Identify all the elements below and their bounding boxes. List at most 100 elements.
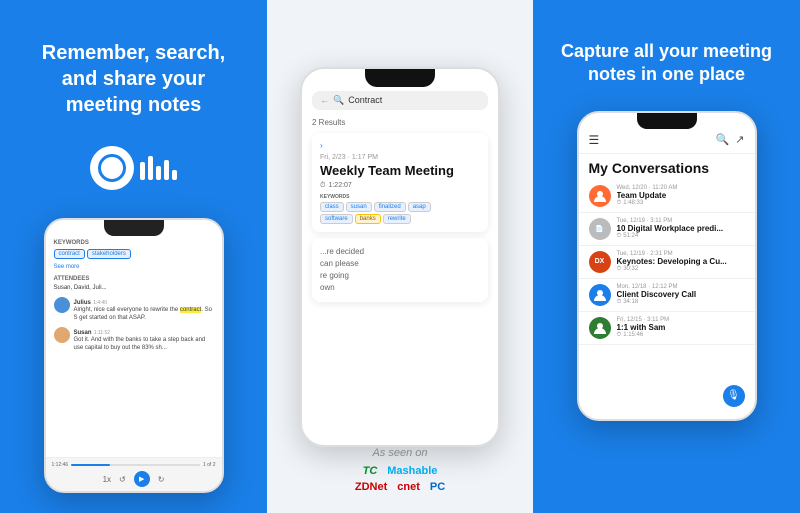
search-bar[interactable]: ← 🔍 Contract (312, 91, 488, 110)
results-count: 2 Results (312, 118, 488, 127)
middle-phone-mockup: ← 🔍 Contract 2 Results › Fri, 2/23 · 1:1… (300, 67, 500, 447)
conv-name-1: 10 Digital Workplace predi... (617, 224, 745, 233)
conv-item-3[interactable]: Mon, 12/18 · 12:12 PM Client Discovery C… (579, 279, 755, 312)
logo-bar-1 (140, 162, 145, 180)
contract-highlight: contract (180, 307, 201, 313)
otter-logo (90, 146, 177, 190)
logo-bar-5 (172, 170, 177, 180)
mic-fab-button[interactable]: 🎙 (723, 385, 745, 407)
mid-phone-content: ← 🔍 Contract 2 Results › Fri, 2/23 · 1:1… (302, 69, 498, 312)
conv-item-4[interactable]: Fri, 12/15 · 3:11 PM 1:1 with Sam ⏱ 1:15… (579, 312, 755, 345)
clock-icon: ⏱ (320, 182, 325, 190)
search-header-icon[interactable]: 🔍 (716, 133, 730, 146)
dur-0: 1:48:33 (623, 200, 643, 206)
current-time: 1:12:46 (52, 462, 69, 468)
progress-fill (71, 464, 110, 466)
logo-circle (90, 146, 134, 190)
search-icon: ← (320, 95, 329, 105)
clock-4: ⏱ (617, 332, 622, 339)
meeting-card-1[interactable]: › Fri, 2/23 · 1:17 PM Weekly Team Meetin… (312, 133, 488, 232)
conv-duration-4: ⏱ 1:15:46 (617, 332, 745, 339)
card-keyword-tags: class susan finalized asap (320, 202, 480, 212)
mashable-logo: Mashable (387, 465, 437, 477)
phone-bottom-bar: 1:12:46 1 of 2 1x ↺ ▶ ↻ (46, 457, 222, 491)
chat-bubble-julius: Julius 1:4:40 Alright, nice call everyon… (54, 297, 214, 323)
dur-1: 51:24 (623, 233, 638, 239)
chat-bubble-susan: Susan 1:11:52 Got it. And with the banks… (54, 327, 214, 353)
speed-button[interactable]: 1x (103, 475, 111, 484)
see-more-link[interactable]: See more (54, 264, 80, 270)
phone-notch (104, 220, 164, 236)
play-button[interactable]: ▶ (134, 471, 150, 487)
left-headline: Remember, search, and share your meeting… (24, 40, 243, 118)
conversations-list: Wed, 12/20 · 11:20 AM Team Update ⏱ 1:48… (579, 180, 755, 345)
left-panel: Remember, search, and share your meeting… (0, 0, 267, 513)
conv-name-2: Keynotes: Developing a Cu... (617, 257, 745, 266)
clock-1: ⏱ (617, 233, 622, 240)
meeting-card-2[interactable]: ...re decidedcan pleasere goingown (312, 238, 488, 302)
media-logos: TC Mashable (290, 465, 510, 477)
clock-0: ⏱ (617, 200, 622, 207)
mid-phone-notch (365, 69, 435, 87)
conv-duration-2: ⏱ 30:32 (617, 266, 745, 273)
conv-duration-1: ⏱ 51:24 (617, 233, 745, 240)
susan-time: 1:11:52 (94, 330, 110, 336)
keywords-label: KEYWORDS (54, 240, 214, 246)
conv-item-1[interactable]: 📄 Tue, 12/19 · 3:11 PM 10 Digital Workpl… (579, 213, 755, 246)
tag-rewrite: rewrite (383, 214, 411, 224)
conv-duration-3: ⏱ 34:18 (617, 299, 745, 306)
conv-name-4: 1:1 with Sam (617, 323, 745, 332)
susan-message: Got it. And with the banks to take a ste… (74, 336, 214, 353)
logo-bar-2 (148, 156, 153, 180)
conv-item-0[interactable]: Wed, 12/20 · 11:20 AM Team Update ⏱ 1:48… (579, 180, 755, 213)
rewind-button[interactable]: ↺ (119, 475, 126, 484)
progress-track[interactable] (71, 464, 200, 466)
share-header-icon[interactable]: ↗ (735, 133, 744, 146)
right-phone-notch (637, 113, 697, 129)
attendees-section: ATTENDEES Susan, David, Juli... (54, 276, 214, 291)
hamburger-icon[interactable]: ☰ (589, 133, 600, 147)
phone-content: KEYWORDS contract stakeholders See more … (46, 220, 222, 365)
card-keyword-tags-2: software banks rewrite (320, 214, 480, 224)
conv-avatar-1: 📄 (589, 218, 611, 240)
conv-avatar-2: DX (589, 251, 611, 273)
keyword-stakeholders: stakeholders (87, 249, 131, 259)
conv-name-0: Team Update (617, 191, 745, 200)
susan-name: Susan (74, 330, 92, 336)
clock-2: ⏱ (617, 266, 622, 273)
dur-3: 34:18 (623, 299, 638, 305)
cnet-logo: cnet (397, 481, 420, 493)
julius-text-block: Julius 1:4:40 Alright, nice call everyon… (74, 297, 214, 323)
page-indicator: 1 of 2 (203, 462, 216, 468)
right-headline: Capture all your meeting notes in one pl… (557, 40, 776, 87)
control-buttons: 1x ↺ ▶ ↻ (52, 471, 216, 487)
card-keywords-label: KEYWORDS (320, 194, 480, 200)
conv-info-0: Wed, 12/20 · 11:20 AM Team Update ⏱ 1:48… (617, 185, 745, 207)
duration-text-1: 1:22:07 (328, 182, 351, 189)
tag-class: class (320, 202, 344, 212)
playback-bar: 1:12:46 1 of 2 (52, 462, 216, 468)
right-phone-mockup: ☰ 🔍 ↗ My Conversations Wed, 12/20 · 11:2… (577, 111, 757, 421)
search-query-text: Contract (348, 95, 382, 105)
tag-finalized: finalized (374, 202, 406, 212)
conversations-title: My Conversations (579, 154, 755, 180)
conv-duration-0: ⏱ 1:48:33 (617, 200, 745, 207)
card-chevron-icon: › (320, 141, 480, 150)
julius-avatar (54, 297, 70, 313)
tag-banks: banks (355, 214, 381, 224)
clock-3: ⏱ (617, 299, 622, 306)
right-panel: Capture all your meeting notes in one pl… (533, 0, 800, 513)
meeting-cards: › Fri, 2/23 · 1:17 PM Weekly Team Meetin… (312, 133, 488, 302)
conv-name-3: Client Discovery Call (617, 290, 745, 299)
conv-avatar-0 (589, 185, 611, 207)
conv-item-2[interactable]: DX Tue, 12/19 · 2:31 PM Keynotes: Develo… (579, 246, 755, 279)
logo-bars (140, 156, 177, 180)
dur-2: 30:32 (623, 266, 638, 272)
susan-text-block: Susan 1:11:52 Got it. And with the banks… (74, 327, 214, 353)
forward-button[interactable]: ↻ (158, 475, 165, 484)
conv-avatar-3 (589, 284, 611, 306)
conv-info-3: Mon, 12/18 · 12:12 PM Client Discovery C… (617, 284, 745, 306)
zdnet-logo: ZDNet (355, 481, 387, 493)
keyword-tags: contract stakeholders (54, 249, 214, 259)
dur-4: 1:15:46 (623, 332, 643, 338)
